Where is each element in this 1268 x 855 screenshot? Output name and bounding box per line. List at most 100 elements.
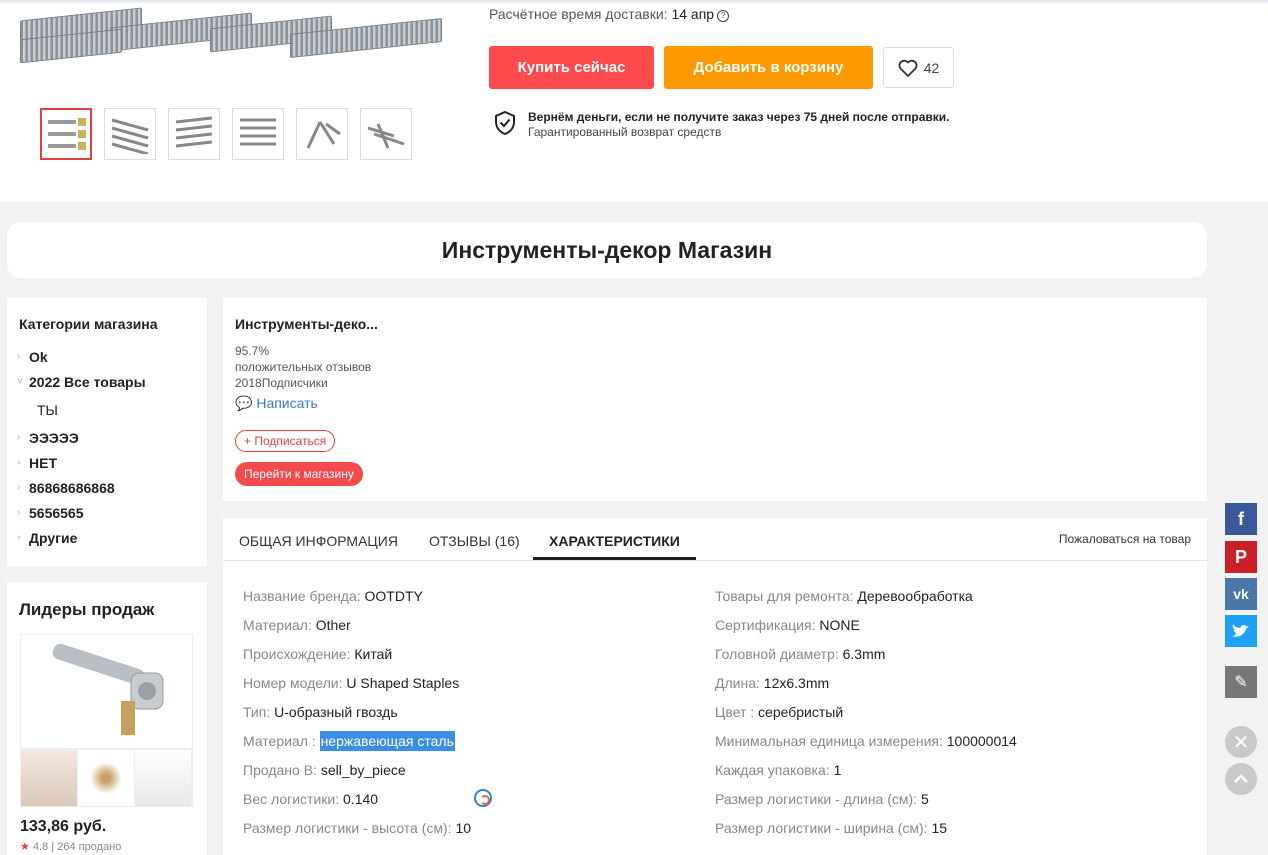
chevron-right-icon: › [17, 456, 21, 468]
seller-card: Инструменты-деко... 95.7% положительных … [223, 298, 1207, 501]
selected-text: нержавеющая сталь [319, 731, 455, 751]
spec-row: Цвет : серебристый [715, 704, 844, 720]
specs-right-column: Товары для ремонта: Деревообработка Серт… [715, 586, 1017, 847]
chevron-right-icon: › [17, 431, 21, 443]
best-seller-rating: ★ 4.8 | 264 продано [20, 841, 122, 853]
spec-row: Каждая упаковка: 1 [715, 762, 842, 778]
spec-row: Номер модели: U Shaped Staples [243, 675, 460, 691]
best-seller-image[interactable] [20, 634, 193, 749]
seller-stats: 95.7% положительных отзывов 2018Подписчи… [235, 343, 371, 391]
spec-row: Сертификация: NONE [715, 617, 860, 633]
feedback-button[interactable]: ✎ [1225, 666, 1257, 698]
translate-sync-icon[interactable] [474, 789, 492, 807]
close-button[interactable]: ✕ [1225, 726, 1257, 758]
twitter-share-button[interactable] [1225, 615, 1257, 647]
guarantee-title: Вернём деньги, если не получите заказ че… [528, 110, 950, 124]
wishlist-button[interactable]: 42 [883, 47, 954, 88]
seller-name[interactable]: Инструменты-деко... [235, 316, 378, 332]
chevron-down-icon: ˅ [17, 375, 23, 387]
category-subitem[interactable]: ТЫ [17, 394, 146, 425]
best-seller-thumb[interactable] [135, 750, 192, 806]
spec-row: Товары для ремонта: Деревообработка [715, 588, 973, 604]
category-item[interactable]: › ЭЭЭЭЭ [17, 425, 146, 450]
thumbnail-2[interactable] [104, 108, 156, 160]
tab-reviews[interactable]: ОТЗЫВЫ (16) [413, 518, 536, 560]
spec-row: Размер логистики - высота (см): 10 [243, 820, 472, 836]
thumbnail-4[interactable] [232, 108, 284, 160]
best-seller-thumbnails [20, 749, 193, 807]
spec-row: Длина: 12x6.3mm [715, 675, 830, 691]
go-to-store-button[interactable]: Перейти к магазину [235, 462, 363, 486]
write-message-link[interactable]: 💬 Написать [235, 395, 318, 412]
best-seller-price: 133,86 руб. [20, 818, 107, 835]
spec-row: Тип: U-образный гвоздь [243, 704, 398, 720]
guarantee-subtitle: Гарантированный возврат средств [528, 125, 722, 139]
vk-icon: vk [1233, 586, 1249, 602]
category-item[interactable]: › Ok [17, 344, 146, 369]
delivery-estimate: Расчётное время доставки: 14 апр? [489, 6, 730, 22]
chevron-right-icon: › [17, 506, 21, 518]
product-details: ОБЩАЯ ИНФОРМАЦИЯ ОТЗЫВЫ (16) ХАРАКТЕРИСТ… [223, 518, 1207, 855]
categories-list: › Ok ˅ 2022 Все товары ТЫ › ЭЭЭЭЭ › НЕТ › 868… [17, 344, 146, 550]
best-sellers: Лидеры продаж 133,86 руб. ★ 4.8 | 264 пр… [7, 582, 207, 855]
spec-row: Название бренда: OOTDTY [243, 588, 423, 604]
tab-general-info[interactable]: ОБЩАЯ ИНФОРМАЦИЯ [223, 518, 414, 560]
positive-label: положительных отзывов [235, 360, 372, 374]
category-item[interactable]: ˅ 2022 Все товары [17, 369, 146, 394]
spec-row: Размер логистики - ширина (см): 15 [715, 820, 948, 836]
category-item[interactable]: › НЕТ [17, 450, 146, 475]
close-icon: ✕ [1232, 731, 1250, 754]
facebook-icon: f [1238, 508, 1244, 529]
chevron-up-icon [1234, 774, 1248, 783]
best-seller-thumb[interactable] [21, 750, 78, 806]
best-sellers-title: Лидеры продаж [19, 600, 155, 619]
best-seller-thumb[interactable] [78, 750, 135, 806]
thumbnail-1[interactable] [40, 108, 92, 160]
delivery-date: 14 апр [671, 6, 715, 22]
heart-icon [898, 59, 918, 77]
category-item[interactable]: › 86868686868 [17, 475, 146, 500]
star-icon: ★ [20, 841, 30, 853]
categories-title: Категории магазина [19, 316, 158, 332]
chat-icon: 💬 [235, 395, 253, 411]
spec-row: Материал: Other [243, 617, 351, 633]
wishlist-count: 42 [923, 59, 940, 76]
chevron-right-icon: › [17, 531, 21, 543]
product-thumbnails [40, 108, 412, 160]
subscribe-button[interactable]: + Подписаться [235, 430, 336, 452]
scroll-to-top-button[interactable] [1225, 763, 1257, 795]
spec-row: Материал : нержавеющая сталь [243, 731, 455, 751]
add-to-cart-button[interactable]: Добавить в корзину [664, 46, 873, 89]
report-product-link[interactable]: Пожаловаться на товар [1059, 532, 1191, 546]
spec-row: Минимальная единица измерения: 100000014 [715, 733, 1017, 749]
question-icon[interactable]: ? [717, 10, 730, 22]
vk-share-button[interactable]: vk [1225, 578, 1257, 610]
twitter-icon [1232, 624, 1249, 637]
store-banner-title[interactable]: Инструменты-декор Магазин [7, 222, 1207, 278]
positive-percent: 95.7% [235, 344, 270, 358]
product-main-image[interactable] [20, 0, 450, 75]
spec-row: Происхождение: Китай [243, 646, 393, 662]
tab-specifications[interactable]: ХАРАКТЕРИСТИКИ [533, 518, 696, 560]
specs-left-column: Название бренда: OOTDTY Материал: Other … [243, 586, 471, 847]
pencil-icon: ✎ [1234, 674, 1248, 691]
chevron-right-icon: › [17, 350, 21, 362]
chevron-right-icon: › [17, 481, 21, 493]
spec-row: Размер логистики - длина (см): 5 [715, 791, 929, 807]
spec-row: Головной диаметр: 6.3mm [715, 646, 886, 662]
details-tabs: ОБЩАЯ ИНФОРМАЦИЯ ОТЗЫВЫ (16) ХАРАКТЕРИСТ… [223, 518, 1207, 561]
category-item[interactable]: › 5656565 [17, 500, 146, 525]
followers-label: Подписчики [261, 376, 328, 390]
followers-count: 2018 [235, 376, 262, 390]
category-item[interactable]: › Другие [17, 525, 146, 550]
thumbnail-6[interactable] [360, 108, 412, 160]
pinterest-share-button[interactable]: P [1225, 541, 1257, 573]
thumbnail-5[interactable] [296, 108, 348, 160]
facebook-share-button[interactable]: f [1225, 503, 1257, 535]
spec-row: Вес логистики: 0.140 [243, 791, 379, 807]
shield-check-icon [495, 110, 515, 136]
thumbnail-3[interactable] [168, 108, 220, 160]
money-back-guarantee: Вернём деньги, если не получите заказ че… [494, 110, 950, 139]
buy-now-button[interactable]: Купить сейчас [489, 46, 654, 89]
delivery-label: Расчётное время доставки: [489, 6, 668, 22]
